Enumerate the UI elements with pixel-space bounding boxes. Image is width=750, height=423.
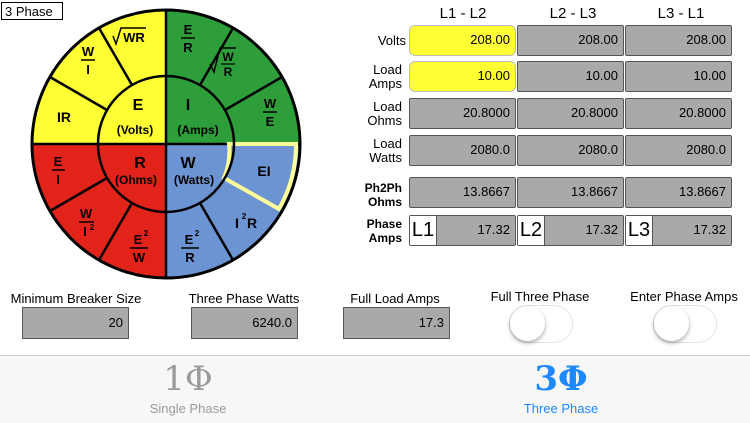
tab-single-phase[interactable]: 1Φ Single Phase	[88, 356, 288, 423]
volts-input-l1-l2[interactable]: 208.00	[409, 25, 516, 56]
full-load-amps-label: Full Load Amps	[350, 291, 440, 306]
formula-sqrt-wr: WR	[123, 30, 145, 45]
full-three-phase-toggle[interactable]	[509, 305, 573, 343]
single-phase-icon: 1Φ	[163, 359, 213, 399]
formula-sqrt-w: W	[222, 50, 234, 64]
tab-three-phase[interactable]: 3Φ Three Phase	[461, 356, 661, 423]
ohms-law-wheel: E (Volts) I (Amps) R (Ohms) W (Watts) IR…	[30, 8, 302, 280]
row-label-load-watts: Load Watts	[369, 136, 402, 165]
column-header-l3-l1: L3 - L1	[657, 5, 705, 22]
formula-e2-over-w-num: E	[134, 232, 143, 247]
load-ohms-value-l1-l2: 20.8000	[409, 98, 516, 129]
toggle-knob	[510, 306, 545, 341]
formula-e2-over-r-den: R	[185, 250, 195, 265]
ph2ph-ohms-value-l3-l1: 13.8667	[625, 177, 732, 208]
phase-tag-l1: L1	[410, 216, 437, 245]
breaker-size-label: Minimum Breaker Size	[10, 291, 142, 306]
load-amps-input-l1-l2[interactable]: 10.00	[409, 61, 516, 92]
formula-e2-over-w-den: W	[133, 250, 146, 265]
center-r-name: (Ohms)	[115, 173, 157, 187]
tab-bar: 1Φ Single Phase 3Φ Three Phase	[0, 355, 750, 423]
formula-w-over-i2-sup: 2	[90, 223, 95, 232]
ph2ph-ohms-value-l2-l3: 13.8667	[517, 177, 624, 208]
load-watts-value-l3-l1: 2080.0	[625, 135, 732, 166]
formula-ir: IR	[57, 109, 71, 125]
column-header-l1-l2: L1 - L2	[439, 5, 487, 22]
center-r-letter: R	[134, 155, 146, 172]
center-e-name: (Volts)	[117, 123, 153, 137]
phase-tag-l3: L3	[626, 216, 653, 245]
center-w-letter: W	[180, 155, 196, 172]
phase-amps-value-l1: L1 17.32	[409, 215, 516, 246]
formula-ei: EI	[257, 163, 270, 179]
row-label-ph2ph-ohms: Ph2Ph Ohms	[364, 181, 402, 209]
phase-amps-number-l1: 17.32	[477, 222, 510, 237]
load-amps-value-l3-l1: 10.00	[625, 61, 732, 92]
enter-phase-amps-toggle[interactable]	[653, 305, 717, 343]
row-label-volts: Volts	[377, 33, 406, 48]
breaker-size-value: 20	[22, 307, 129, 339]
formula-w-over-i2-den: I	[83, 224, 87, 239]
load-amps-value-l2-l3: 10.00	[517, 61, 624, 92]
formula-e-over-i-num: E	[54, 154, 63, 169]
formula-i2r-i: I	[235, 215, 239, 231]
load-watts-value-l1-l2: 2080.0	[409, 135, 516, 166]
enter-phase-amps-label: Enter Phase Amps	[630, 289, 738, 304]
formula-e2-over-w-sup: 2	[144, 229, 149, 238]
ph2ph-ohms-value-l1-l2: 13.8667	[409, 177, 516, 208]
formula-w-over-i-num: W	[82, 44, 95, 59]
tab-single-phase-label: Single Phase	[149, 401, 227, 416]
load-ohms-value-l3-l1: 20.8000	[625, 98, 732, 129]
phase-amps-number-l2: 17.32	[585, 222, 618, 237]
center-w-name: (Watts)	[174, 173, 214, 187]
formula-e-over-r-den: R	[183, 40, 193, 55]
formula-w-over-i2-num: W	[80, 206, 93, 221]
phase-amps-value-l3: L3 17.32	[625, 215, 732, 246]
formula-w-over-e-num: W	[264, 96, 277, 111]
volts-value-l3-l1: 208.00	[625, 25, 732, 56]
row-label-load-amps: Load Amps	[368, 62, 402, 91]
formula-e-over-i-den: I	[56, 172, 60, 187]
tab-three-phase-label: Three Phase	[523, 401, 599, 416]
center-i-name: (Amps)	[177, 123, 218, 137]
phase-amps-value-l2: L2 17.32	[517, 215, 624, 246]
formula-e-over-r-num: E	[184, 22, 193, 37]
center-e-letter: E	[133, 97, 144, 114]
column-header-l2-l3: L2 - L3	[549, 5, 597, 22]
center-i-letter: I	[186, 97, 190, 114]
load-watts-value-l2-l3: 2080.0	[517, 135, 624, 166]
three-phase-watts-value: 6240.0	[191, 307, 298, 339]
row-label-load-ohms: Load Ohms	[367, 99, 402, 128]
full-three-phase-label: Full Three Phase	[490, 289, 590, 304]
formula-w-over-i-den: I	[86, 62, 90, 77]
formula-i2r-r: R	[247, 215, 257, 231]
row-label-phase-amps: Phase Amps	[366, 217, 402, 245]
formula-sqrt-r: R	[224, 65, 233, 79]
phase-amps-number-l3: 17.32	[693, 222, 726, 237]
three-phase-watts-label: Three Phase Watts	[188, 291, 300, 306]
formula-e2-over-r-sup: 2	[195, 229, 200, 238]
volts-value-l2-l3: 208.00	[517, 25, 624, 56]
toggle-knob	[654, 306, 689, 341]
three-phase-icon: 3Φ	[534, 359, 588, 399]
load-ohms-value-l2-l3: 20.8000	[517, 98, 624, 129]
formula-w-over-e-den: E	[266, 114, 275, 129]
phase-tag-l2: L2	[518, 216, 545, 245]
formula-e2-over-r-num: E	[185, 232, 194, 247]
full-load-amps-value: 17.3	[343, 307, 450, 339]
